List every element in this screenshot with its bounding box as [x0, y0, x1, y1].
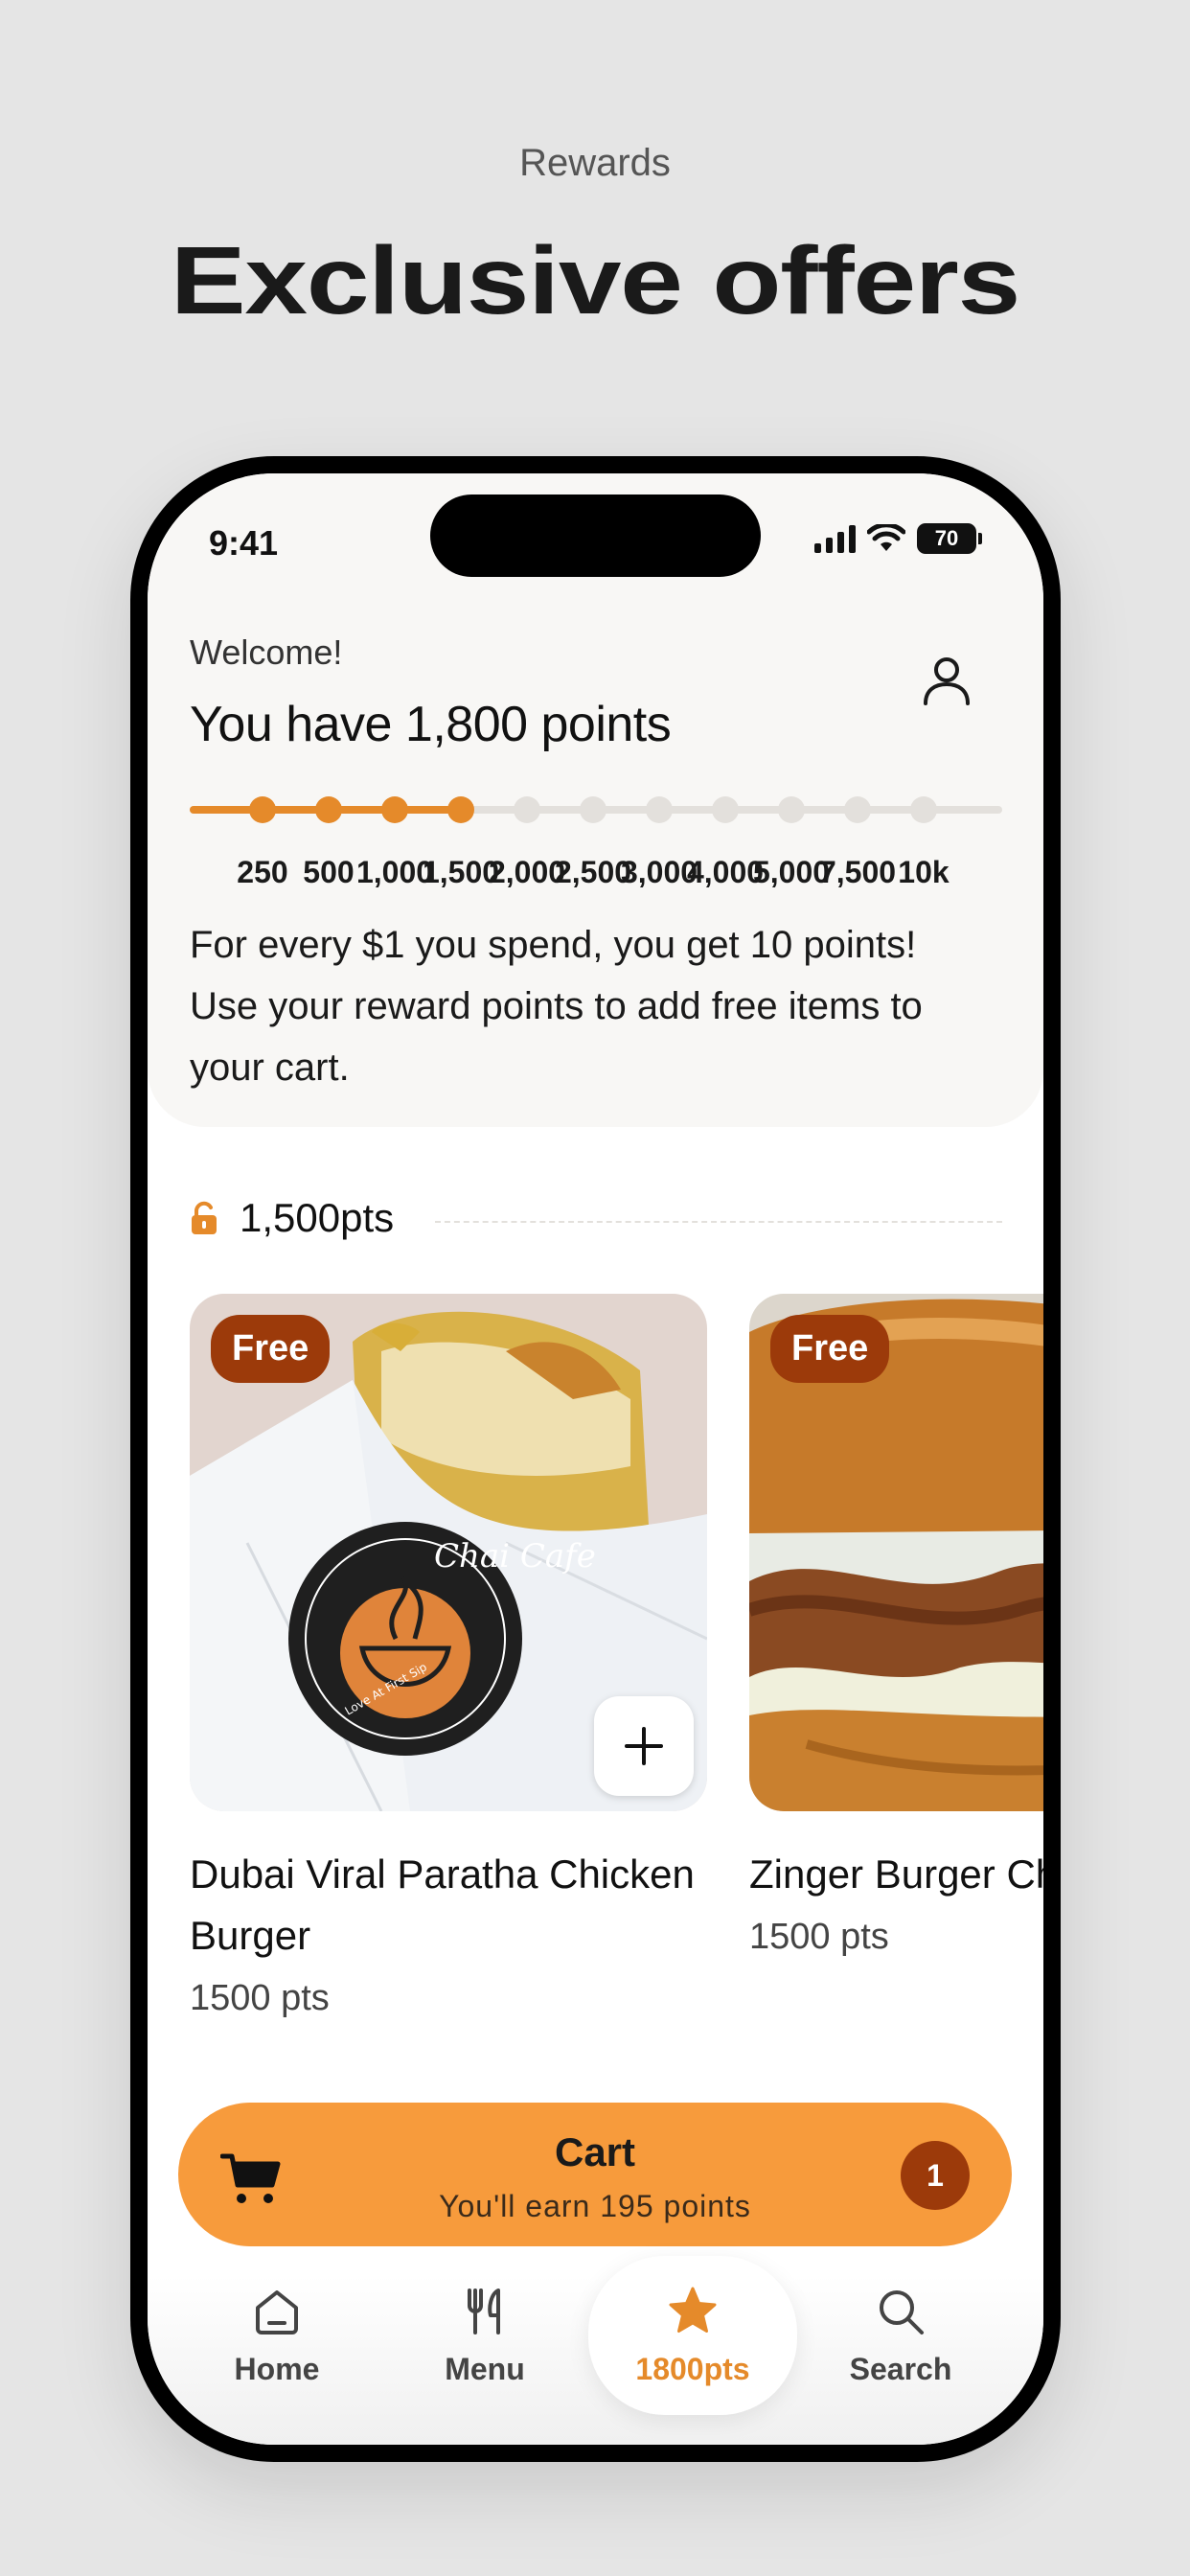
cart-title: Cart [554, 2129, 636, 2174]
milestone-label: 7,500 [818, 855, 897, 889]
progress-dot [249, 796, 276, 823]
hero-subtitle: Rewards [519, 142, 671, 184]
progress-dot [381, 796, 408, 823]
plus-icon [625, 1727, 663, 1765]
logo-text: Chai Cafe [434, 1537, 596, 1576]
progress-dot [447, 796, 474, 823]
progress-dot [712, 796, 739, 823]
wifi-icon [867, 524, 905, 551]
free-badge: Free [211, 1315, 331, 1383]
item-image: Free [749, 1294, 1043, 1811]
star-icon [669, 2287, 717, 2333]
item-points: 1500 pts [749, 1917, 889, 1957]
tab-rewards[interactable]: 1800pts [588, 2256, 797, 2415]
reward-item-card[interactable]: Free Zinger Burger Chicken 1500 pts [749, 1294, 1043, 1958]
tab-search[interactable]: Search [796, 2256, 1005, 2415]
hero-title: Exclusive offers [170, 227, 1020, 334]
add-button[interactable] [594, 1696, 694, 1796]
tab-label: 1800pts [635, 2351, 750, 2386]
points-header: 9:41 70 Welcome! You have 1,800 points 2… [148, 473, 1043, 1127]
phone-frame: 9:41 70 Welcome! You have 1,800 points 2… [130, 456, 1061, 2462]
progress-dot [844, 796, 871, 823]
milestone-label: 250 [237, 855, 288, 889]
dynamic-island [430, 494, 761, 577]
tab-label: Menu [445, 2351, 525, 2386]
reward-item-card[interactable]: Chai Cafe Love At First Sip Free Dubai V… [190, 1294, 707, 2019]
reward-info: For every $1 you spend, you get 10 point… [190, 924, 923, 1089]
item-name: Dubai Viral Paratha Chicken Burger [190, 1852, 695, 1958]
cart-subtitle: You'll earn 195 points [439, 2189, 751, 2223]
progress-dot [514, 796, 540, 823]
welcome-text: Welcome! [190, 632, 343, 672]
progress-dot [646, 796, 673, 823]
signal-icon [814, 524, 856, 553]
status-icons: 70 [814, 523, 982, 554]
home-icon [256, 2289, 298, 2334]
unlock-icon [192, 1201, 217, 1234]
cart-count-badge: 1 [901, 2141, 970, 2210]
tier-label: 1,500pts [240, 1195, 395, 1240]
tab-home[interactable]: Home [172, 2256, 381, 2415]
free-badge: Free [770, 1315, 890, 1383]
utensils-icon [468, 2288, 500, 2334]
battery-icon: 70 [917, 523, 982, 554]
progress-dot [778, 796, 805, 823]
tier-divider [435, 1221, 1002, 1223]
tier-header: 1,500pts [190, 1195, 394, 1241]
profile-icon[interactable] [918, 652, 975, 709]
tab-label: Home [234, 2351, 320, 2386]
milestone-label: 500 [303, 855, 355, 889]
app-screen: 9:41 70 Welcome! You have 1,800 points 2… [148, 473, 1043, 2445]
battery-level: 70 [917, 523, 976, 554]
item-image: Chai Cafe Love At First Sip Free [190, 1294, 707, 1811]
tab-menu[interactable]: Menu [380, 2256, 589, 2415]
item-points: 1500 pts [190, 1978, 330, 2018]
milestone-label: 10k [898, 855, 950, 889]
status-time: 9:41 [209, 523, 279, 563]
tab-label: Search [849, 2351, 952, 2386]
cart-button[interactable]: Cart You'll earn 195 points 1 [178, 2103, 1012, 2246]
points-title: You have 1,800 points [190, 697, 672, 752]
progress-dot [580, 796, 606, 823]
tab-bar: Home Menu 1800pts Search [148, 2256, 1043, 2428]
item-name: Zinger Burger Chicken [749, 1852, 1043, 1897]
progress-dot [315, 796, 342, 823]
progress-dot [910, 796, 937, 823]
search-icon [880, 2289, 924, 2334]
